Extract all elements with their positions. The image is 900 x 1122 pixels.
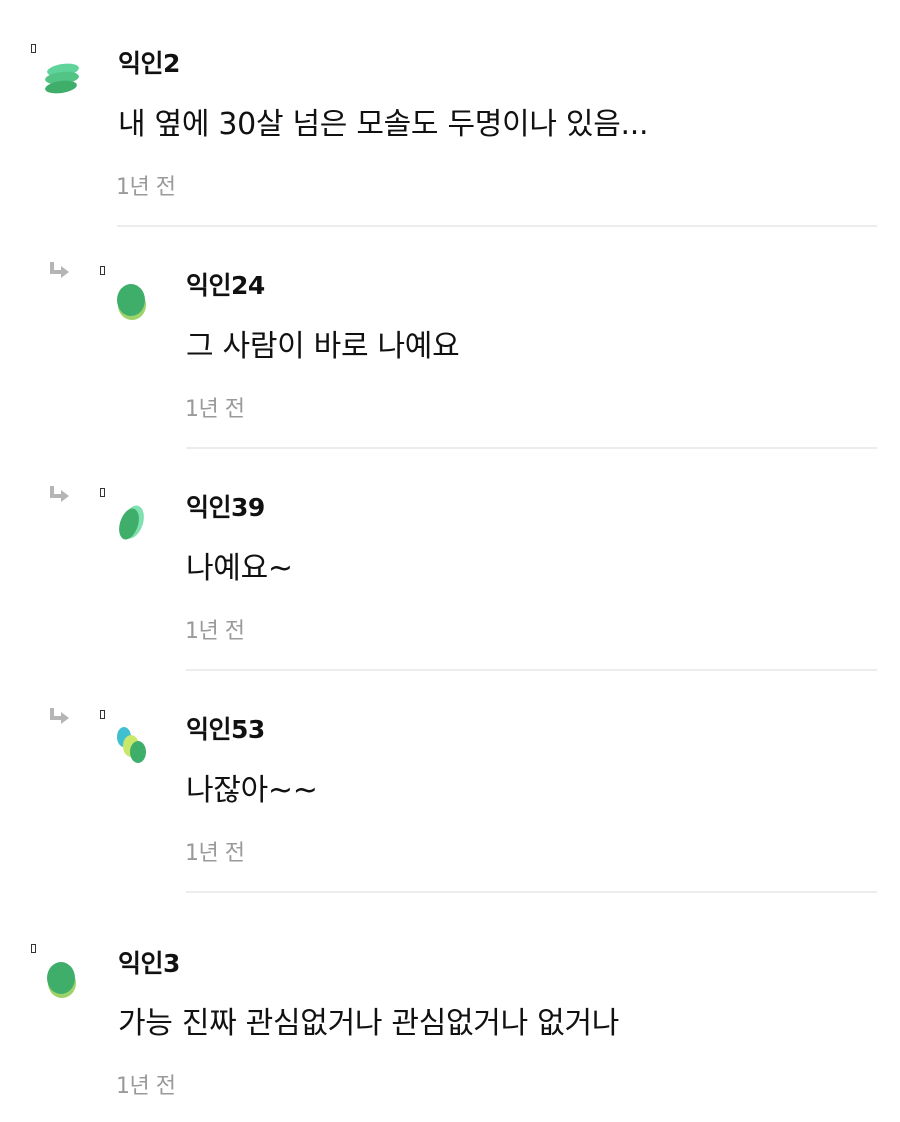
comment-timestamp: 1년 전 — [116, 175, 176, 200]
divider — [186, 447, 877, 449]
comment-text: 내 옆에 30살 넘은 모솔도 두명이나 있음... — [118, 107, 649, 142]
comment-timestamp: 1년 전 — [185, 397, 245, 422]
checkbox-marker-icon[interactable] — [31, 44, 36, 53]
divider — [186, 891, 877, 893]
comment-nickname[interactable]: 익인53 — [186, 710, 265, 746]
checkbox-marker-icon[interactable] — [100, 488, 105, 497]
checkbox-marker-icon[interactable] — [100, 266, 105, 275]
checkbox-marker-icon[interactable] — [100, 710, 105, 719]
green-leaf-icon — [47, 962, 76, 998]
reply-arrow-icon — [50, 708, 69, 724]
reply-item: 익인39 나예요~ 1년 전 — [0, 450, 900, 672]
green-leaf-icon — [119, 505, 144, 540]
comment-item: 익인3 가능 진짜 관심없거나 관심없거나 없거나 1년 전 — [0, 894, 900, 1122]
checkbox-marker-icon[interactable] — [31, 944, 36, 953]
comment-text: 나잖아~~ — [186, 773, 318, 808]
comment-text: 그 사람이 바로 나예요 — [186, 329, 460, 364]
comment-item: 익인2 내 옆에 30살 넘은 모솔도 두명이나 있음... 1년 전 — [0, 0, 900, 228]
comment-text: 가능 진짜 관심없거나 관심없거나 없거나 — [118, 1006, 620, 1041]
reply-arrow-icon — [50, 486, 69, 502]
green-leaf-icon — [117, 284, 146, 320]
reply-arrow-icon — [50, 262, 69, 278]
divider — [186, 669, 877, 671]
comment-timestamp: 1년 전 — [185, 619, 245, 644]
green-stacked-coins-icon — [45, 63, 79, 94]
comment-timestamp: 1년 전 — [116, 1074, 176, 1099]
comment-nickname[interactable]: 익인3 — [118, 944, 180, 980]
comment-nickname[interactable]: 익인24 — [186, 266, 265, 302]
comment-timestamp: 1년 전 — [185, 841, 245, 866]
multicolor-dots-icon — [117, 727, 146, 763]
comment-text: 나예요~ — [186, 551, 293, 586]
divider — [117, 225, 877, 227]
reply-item: 익인53 나잖아~~ 1년 전 — [0, 672, 900, 894]
comment-nickname[interactable]: 익인39 — [186, 488, 265, 524]
comment-nickname[interactable]: 익인2 — [118, 44, 180, 80]
reply-item: 익인24 그 사람이 바로 나예요 1년 전 — [0, 228, 900, 450]
